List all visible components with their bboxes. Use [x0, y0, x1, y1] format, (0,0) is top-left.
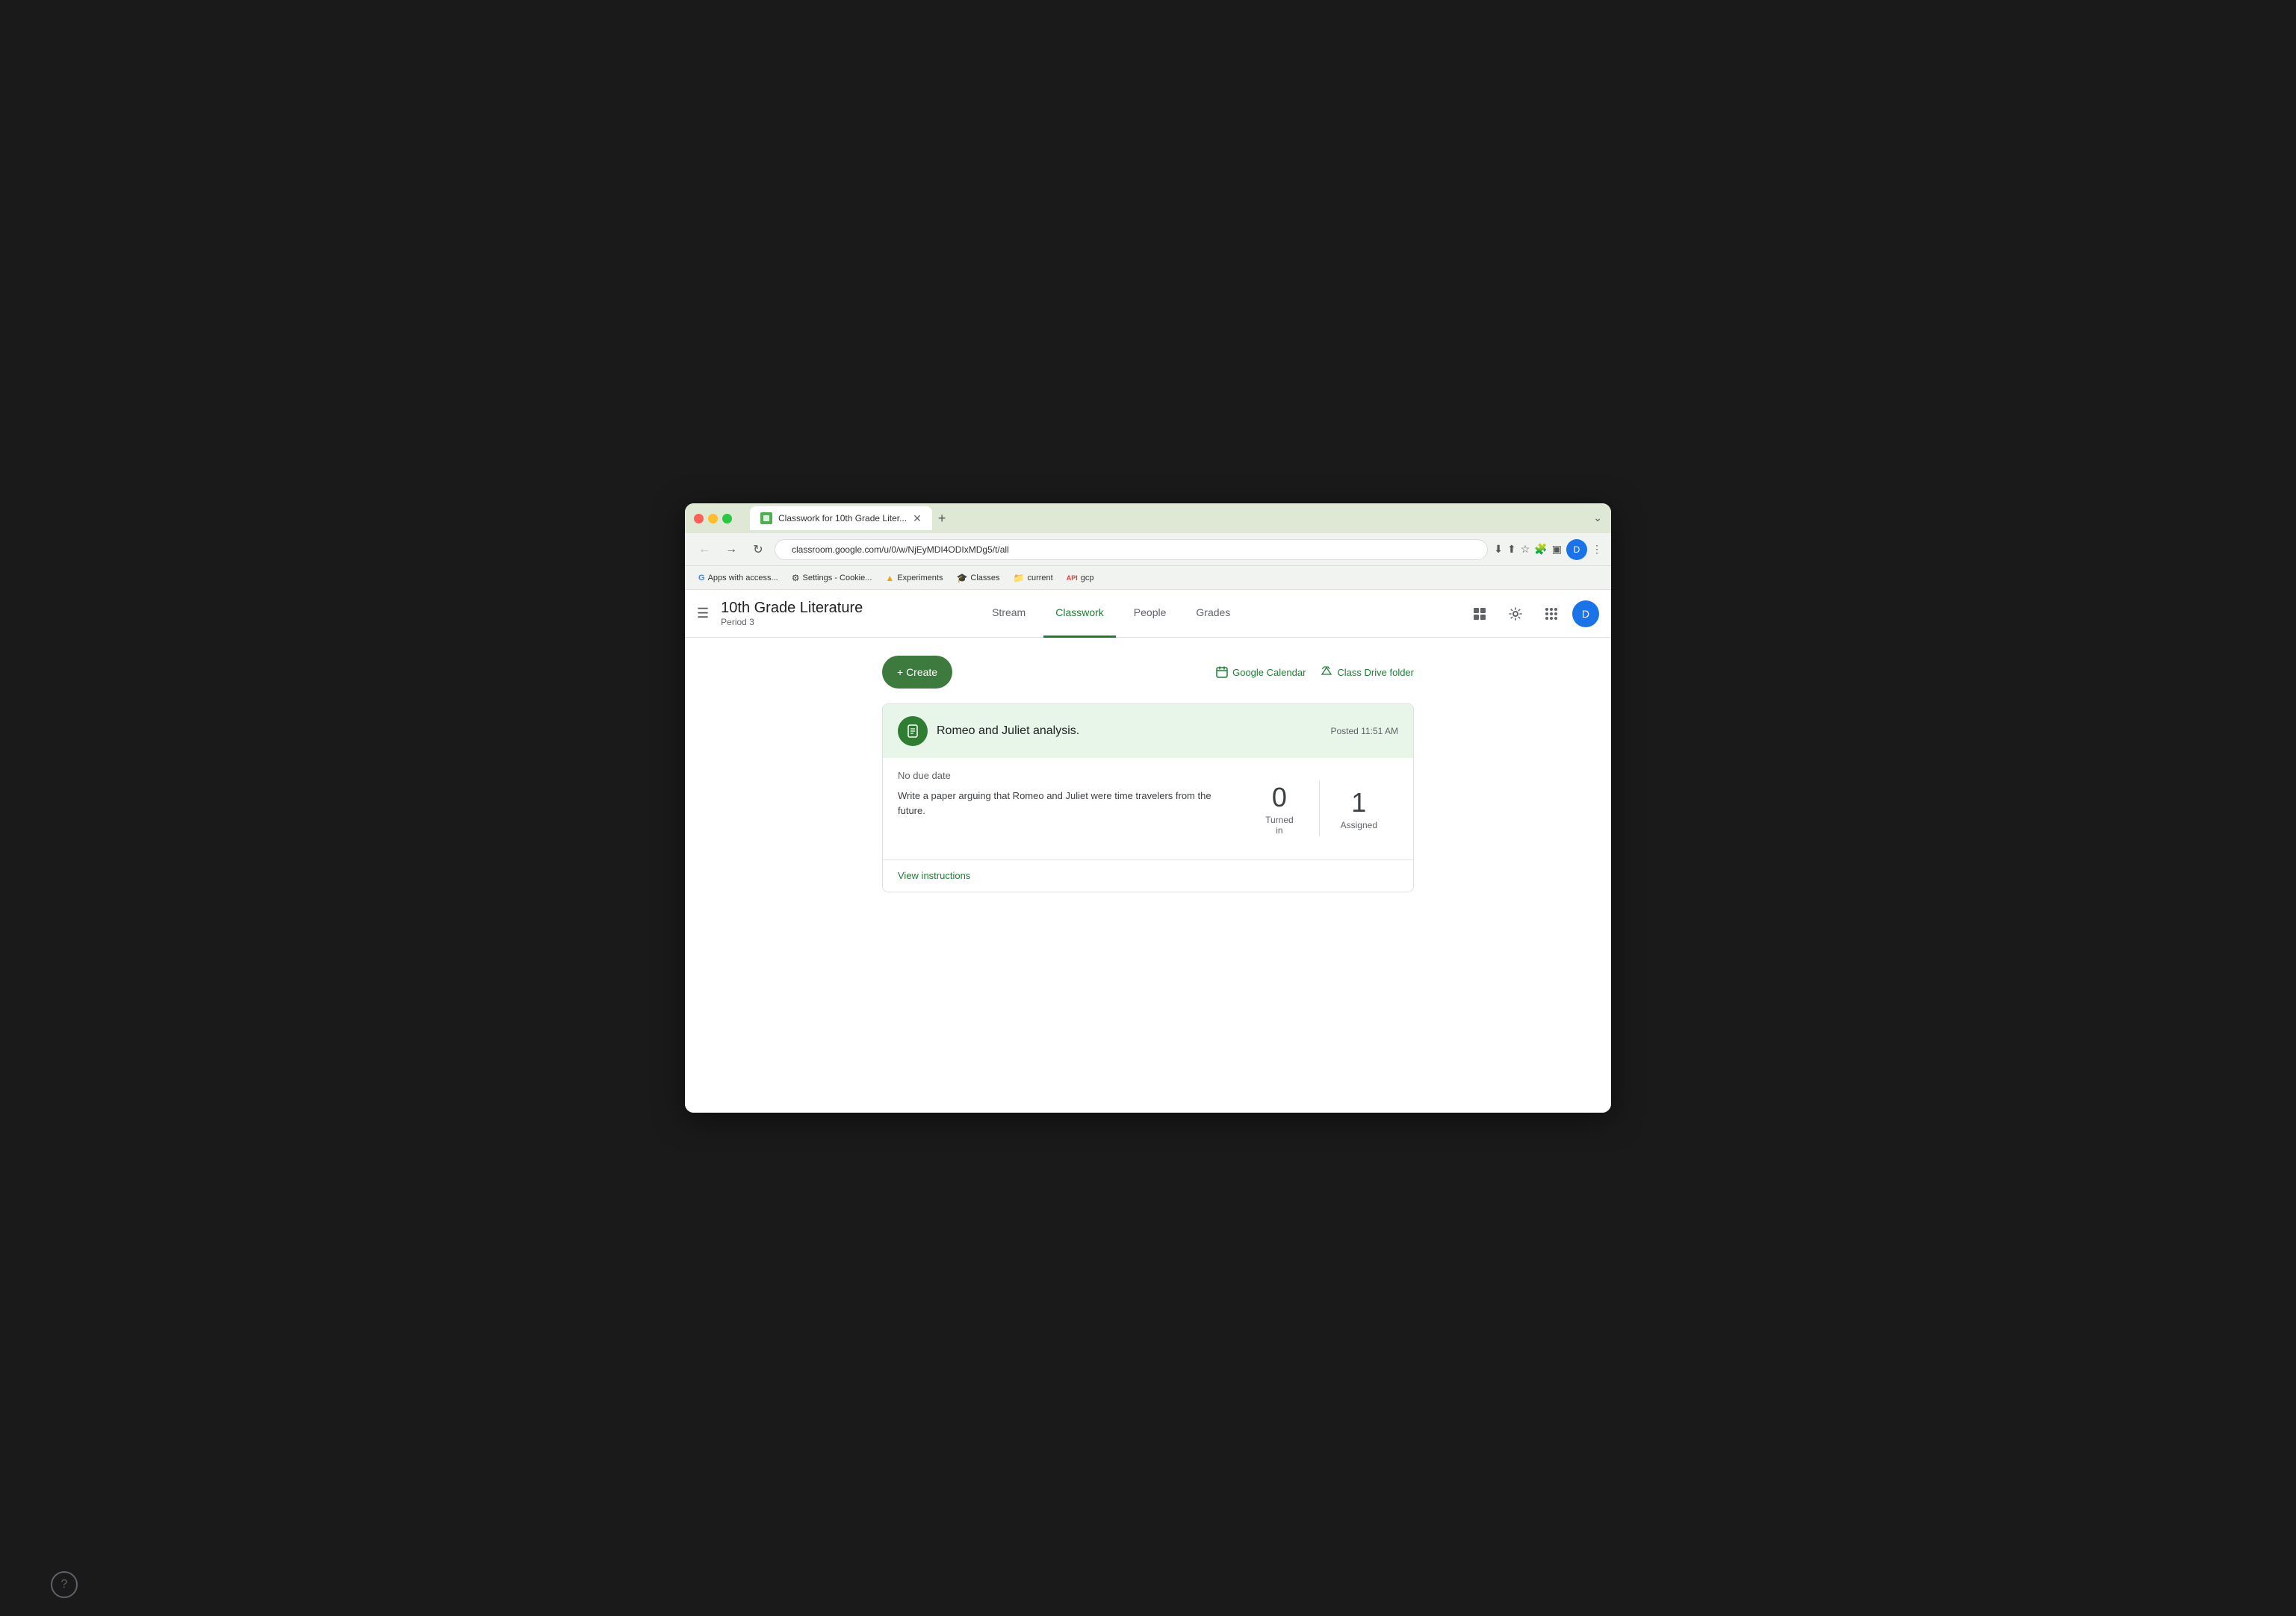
bookmark-apps[interactable]: G Apps with access... — [694, 572, 783, 584]
assignment-description: Write a paper arguing that Romeo and Jul… — [898, 789, 1240, 818]
reload-button[interactable]: ↻ — [748, 539, 769, 560]
no-due-date: No due date — [898, 770, 1240, 781]
api-icon: API — [1067, 574, 1078, 582]
extension-icon[interactable]: 🧩 — [1534, 543, 1547, 556]
tab-bar: Classwork for 10th Grade Liter... ✕ + — [750, 506, 1587, 530]
stats-section: 0 Turned in 1 Assigned — [1240, 770, 1398, 848]
new-tab-button[interactable]: + — [932, 511, 952, 526]
tab-people[interactable]: People — [1122, 590, 1179, 638]
active-tab[interactable]: Classwork for 10th Grade Liter... ✕ — [750, 506, 932, 530]
address-input-wrapper[interactable]: classroom.google.com/u/0/w/NjEyMDI4ODIxM… — [775, 539, 1488, 560]
class-name: 10th Grade Literature — [721, 600, 863, 617]
tab-classwork[interactable]: Classwork — [1043, 590, 1116, 638]
bookmark-classes-label: Classes — [970, 574, 999, 582]
dashboard-button[interactable] — [1465, 599, 1495, 629]
maximize-button[interactable] — [722, 514, 732, 523]
window-controls: ⌄ — [1593, 512, 1602, 525]
bookmark-gcp[interactable]: API gcp — [1062, 572, 1099, 584]
class-period: Period 3 — [721, 617, 863, 627]
gear-icon — [1508, 606, 1523, 621]
assigned-count: 1 — [1341, 787, 1377, 818]
class-drive-folder-link[interactable]: Class Drive folder — [1321, 666, 1414, 678]
top-nav-actions: D — [1465, 599, 1599, 629]
tab-title: Classwork for 10th Grade Liter... — [778, 513, 907, 523]
google-calendar-label: Google Calendar — [1232, 667, 1306, 678]
settings-icon: ⚙ — [792, 573, 800, 583]
browser-window: Classwork for 10th Grade Liter... ✕ + ⌄ … — [685, 503, 1611, 1113]
share-icon[interactable]: ⬆ — [1507, 543, 1516, 556]
bookmark-settings-label: Settings - Cookie... — [802, 574, 872, 582]
traffic-lights — [694, 514, 732, 523]
back-button[interactable]: ← — [694, 539, 715, 560]
assigned-label: Assigned — [1341, 820, 1377, 830]
assignment-posted: Posted 11:51 AM — [1330, 726, 1398, 736]
google-calendar-link[interactable]: Google Calendar — [1216, 666, 1306, 678]
address-url: classroom.google.com/u/0/w/NjEyMDI4ODIxM… — [784, 544, 1478, 555]
more-options-icon[interactable]: ⋮ — [1592, 543, 1602, 556]
window-chevron-button[interactable]: ⌄ — [1593, 512, 1602, 524]
turned-in-count: 0 — [1261, 782, 1297, 813]
settings-button[interactable] — [1501, 599, 1530, 629]
forward-button[interactable]: → — [721, 539, 742, 560]
download-icon[interactable]: ⬇ — [1494, 543, 1503, 556]
sidebar-icon[interactable]: ▣ — [1552, 543, 1562, 556]
bookmarks-bar: G Apps with access... ⚙ Settings - Cooki… — [685, 566, 1611, 590]
bookmark-classes[interactable]: 🎓 Classes — [952, 571, 1004, 585]
view-instructions-link[interactable]: View instructions — [898, 870, 970, 881]
turned-in-label: Turned in — [1261, 815, 1297, 836]
app-container: ☰ 10th Grade Literature Period 3 Stream … — [685, 590, 1611, 1113]
bookmark-apps-label: Apps with access... — [708, 574, 778, 582]
card-body: No due date Write a paper arguing that R… — [883, 758, 1413, 860]
nav-tabs: Stream Classwork People Grades — [980, 590, 1242, 638]
minimize-button[interactable] — [708, 514, 718, 523]
tab-stream[interactable]: Stream — [980, 590, 1037, 638]
turned-in-stat: 0 Turned in — [1240, 776, 1318, 842]
bookmark-experiments-label: Experiments — [897, 574, 943, 582]
triangle-icon: ▲ — [885, 573, 894, 583]
main-content: + Create Google Calendar — [864, 638, 1432, 910]
assignment-card: Romeo and Juliet analysis. Posted 11:51 … — [882, 703, 1414, 892]
google-icon: G — [698, 574, 705, 582]
folder-icon: 📁 — [1014, 573, 1025, 583]
profile-avatar[interactable]: D — [1566, 539, 1587, 560]
close-button[interactable] — [694, 514, 704, 523]
user-avatar[interactable]: D — [1572, 600, 1599, 627]
bookmark-settings[interactable]: ⚙ Settings - Cookie... — [787, 571, 877, 585]
class-info: 10th Grade Literature Period 3 — [721, 600, 863, 627]
document-icon — [905, 724, 920, 739]
assigned-stat: 1 Assigned — [1319, 781, 1398, 836]
google-apps-button[interactable] — [1536, 599, 1566, 629]
dashboard-icon — [1472, 606, 1487, 621]
create-button[interactable]: + Create — [882, 656, 952, 689]
assignment-title: Romeo and Juliet analysis. — [937, 724, 1321, 738]
grid-icon — [1545, 608, 1557, 620]
tab-grades[interactable]: Grades — [1184, 590, 1242, 638]
class-drive-folder-label: Class Drive folder — [1337, 667, 1414, 678]
bookmark-current[interactable]: 📁 current — [1009, 571, 1058, 585]
card-footer: View instructions — [883, 860, 1413, 892]
classes-icon: 🎓 — [956, 573, 967, 583]
assignment-icon — [898, 716, 928, 746]
bookmark-gcp-label: gcp — [1081, 574, 1094, 582]
drive-links: Google Calendar Class Drive folder — [1216, 666, 1414, 678]
address-icons: ⬇ ⬆ ☆ 🧩 ▣ D ⋮ — [1494, 539, 1602, 560]
content-toolbar: + Create Google Calendar — [882, 656, 1414, 689]
bookmark-star-icon[interactable]: ☆ — [1521, 543, 1530, 556]
address-bar: ← → ↻ classroom.google.com/u/0/w/NjEyMDI… — [685, 533, 1611, 566]
title-bar: Classwork for 10th Grade Liter... ✕ + ⌄ — [685, 503, 1611, 533]
hamburger-menu-button[interactable]: ☰ — [697, 606, 709, 621]
tab-close-button[interactable]: ✕ — [913, 512, 922, 525]
bookmark-current-label: current — [1027, 574, 1052, 582]
top-nav: ☰ 10th Grade Literature Period 3 Stream … — [685, 590, 1611, 638]
card-header: Romeo and Juliet analysis. Posted 11:51 … — [883, 704, 1413, 758]
bookmark-experiments[interactable]: ▲ Experiments — [881, 571, 947, 585]
drive-folder-icon — [1321, 666, 1332, 678]
tab-favicon — [760, 512, 772, 524]
calendar-icon — [1216, 666, 1228, 678]
